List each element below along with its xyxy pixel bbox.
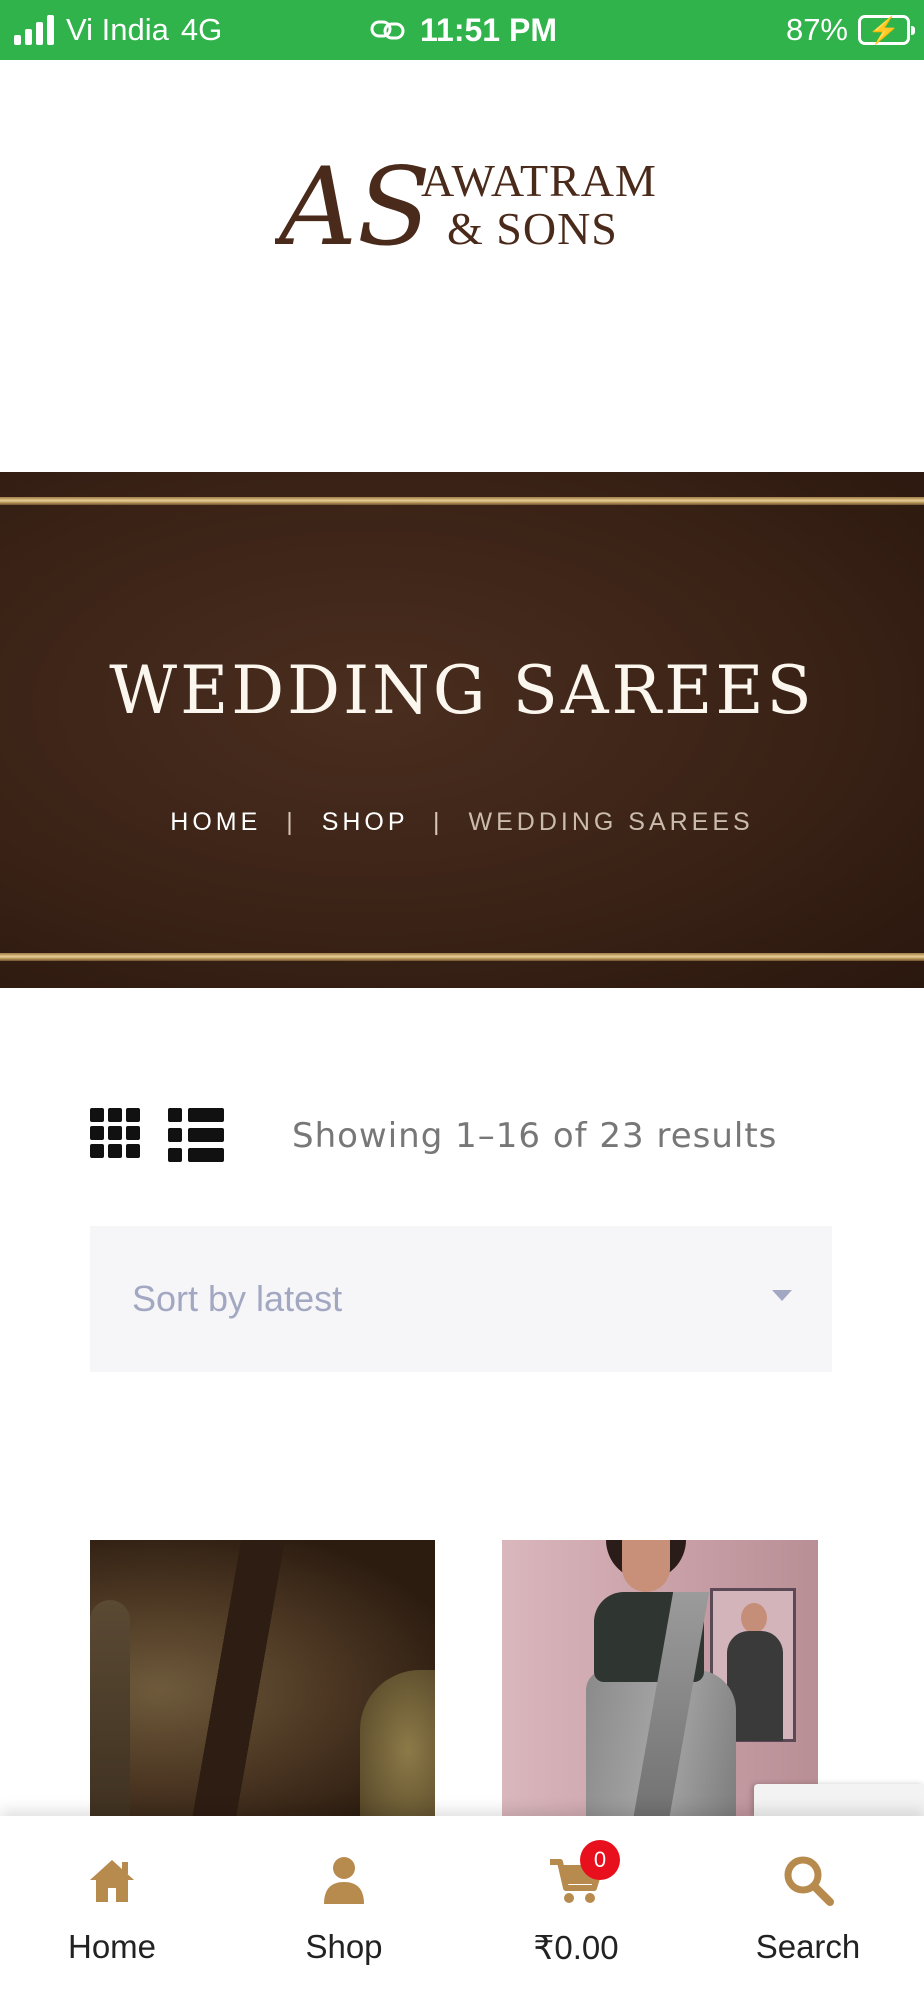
home-icon — [82, 1850, 142, 1910]
breadcrumb-shop[interactable]: SHOP — [322, 808, 408, 836]
breadcrumb-separator: | — [286, 808, 297, 836]
status-center: 11:51 PM — [370, 0, 557, 60]
cart-count-badge: 0 — [580, 1840, 620, 1880]
link-icon — [370, 20, 405, 40]
nav-search-label: Search — [755, 1928, 861, 1965]
bottom-nav: Home Shop 0 ₹0.00 Search — [0, 1816, 924, 2000]
logo-line2: & SONS — [447, 203, 618, 254]
status-left: Vi India 4G — [14, 0, 222, 60]
grid-view-icon[interactable] — [90, 1108, 146, 1176]
breadcrumb-current: WEDDING SAREES — [468, 808, 754, 836]
carrier-name: Vi India — [66, 12, 169, 47]
nav-shop-label: Shop — [305, 1928, 383, 1965]
logo-line1: AWATRAM — [421, 155, 655, 206]
product-card-image[interactable] — [90, 1540, 435, 1840]
gold-divider-top — [0, 497, 924, 505]
search-icon — [778, 1850, 838, 1910]
status-bar: Vi India 4G 11:51 PM 87% ⚡ — [0, 0, 924, 60]
battery-icon: ⚡ — [858, 15, 915, 45]
view-toggle — [90, 1108, 224, 1176]
brand-logo[interactable]: AS AWATRAM & SONS — [270, 145, 656, 270]
result-count: Showing 1–16 of 23 results — [292, 1116, 778, 1156]
recaptcha-badge[interactable] — [754, 1784, 924, 1816]
breadcrumb-home[interactable]: HOME — [170, 808, 261, 836]
user-icon — [314, 1850, 374, 1910]
chevron-down-icon — [772, 1290, 792, 1301]
page-banner: WEDDING SAREES HOME | SHOP | WEDDING SAR… — [0, 472, 924, 988]
sort-selected-value: Sort by latest — [132, 1278, 343, 1319]
battery-percent: 87% — [785, 12, 848, 47]
nav-cart[interactable]: 0 ₹0.00 — [476, 1816, 676, 2000]
breadcrumb-separator: | — [433, 808, 444, 836]
nav-home-label: Home — [67, 1928, 157, 1965]
page-title: WEDDING SAREES — [109, 652, 815, 729]
nav-shop[interactable]: Shop — [244, 1816, 444, 2000]
logo-monogram: AS — [275, 148, 431, 258]
sort-dropdown[interactable]: Sort by latest — [90, 1226, 832, 1372]
network-type: 4G — [180, 12, 223, 47]
clock-time: 11:51 PM — [420, 11, 557, 48]
list-view-icon[interactable] — [168, 1108, 224, 1176]
status-right: 87% ⚡ — [785, 0, 915, 60]
nav-home[interactable]: Home — [12, 1816, 212, 2000]
signal-icon — [14, 15, 54, 45]
logo-mark: AS AWATRAM & SONS — [270, 145, 656, 270]
breadcrumb: HOME | SHOP | WEDDING SAREES — [0, 808, 924, 837]
gold-divider-bottom — [0, 953, 924, 961]
nav-search[interactable]: Search — [708, 1816, 908, 2000]
nav-cart-total: ₹0.00 — [533, 1929, 619, 1966]
